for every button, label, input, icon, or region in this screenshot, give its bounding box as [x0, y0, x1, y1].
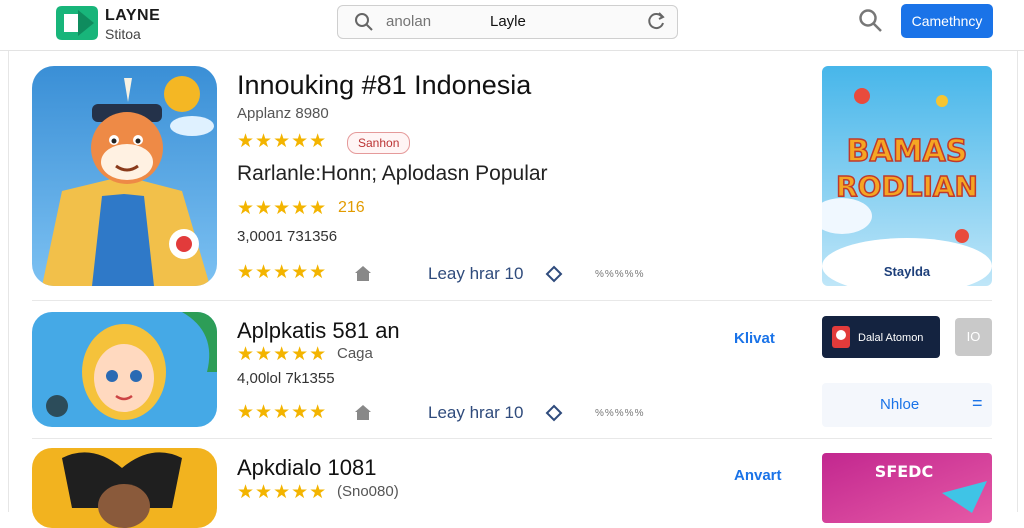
brand-name: LAYNE [105, 7, 161, 24]
app-title[interactable]: Aplpkatis 581 an [237, 318, 400, 344]
star-rating: ★★★★★ [237, 344, 328, 365]
brand-subtitle: Stitoa [105, 26, 141, 42]
mini-rating: %%%%% [595, 408, 645, 419]
details-link[interactable]: Leay hrar 10 [428, 264, 523, 284]
details-link[interactable]: Leay hrar 10 [428, 403, 523, 423]
featured-app-title[interactable]: Innouking #81 Indonesia [237, 70, 531, 101]
promo-headline: BAMAS [847, 134, 968, 169]
install-button[interactable]: Anvart [734, 467, 782, 484]
search-bar[interactable]: Layle [337, 5, 678, 39]
app-category: (Sno080) [337, 483, 399, 500]
home-icon[interactable] [353, 403, 373, 421]
secondary-action-button[interactable]: Nhloe = [822, 383, 992, 427]
search-icon[interactable] [858, 8, 884, 34]
download-count: 3,0001 731356 [237, 228, 338, 245]
promo-label: SFEDC [875, 462, 933, 481]
badge-icon [832, 326, 850, 348]
star-rating: ★★★★★ [237, 262, 328, 283]
refresh-icon[interactable] [647, 11, 667, 31]
promo-banner[interactable]: SFEDC [822, 453, 992, 523]
top-bar: LAYNE Stitoa Layle Camethncy [0, 0, 1024, 51]
promo-caption: Staylda [884, 264, 931, 279]
search-icon [355, 13, 373, 31]
star-rating: ★★★★★ [237, 131, 328, 152]
download-count: 4,00lol 7k1355 [237, 370, 335, 387]
star-rating: ★★★★★ [237, 402, 328, 423]
app-image[interactable] [32, 312, 217, 427]
search-query: Layle [490, 13, 526, 30]
secondary-action-label: Nhloe [880, 396, 920, 413]
app-badge[interactable]: Dalal Atomon [822, 316, 940, 358]
mini-rating: %%%%% [595, 269, 645, 280]
menu-icon: = [972, 393, 983, 413]
featured-promo-banner[interactable]: BAMAS RODLIAN Staylda [822, 66, 992, 286]
rating-count: 216 [338, 199, 365, 216]
diamond-icon[interactable] [545, 265, 563, 283]
category-button[interactable]: Camethncy [901, 4, 993, 38]
app-logo[interactable] [52, 4, 100, 42]
app-title[interactable]: Apkdialo 1081 [237, 455, 376, 481]
search-input[interactable] [384, 12, 488, 31]
promo-headline-2: RODLIAN [836, 170, 978, 203]
app-image[interactable] [32, 448, 217, 528]
install-button[interactable]: Klivat [734, 330, 775, 347]
app-category: Caga [337, 345, 373, 362]
tag-pill[interactable]: Sanhon [347, 132, 411, 154]
featured-publisher: Applanz 8980 [237, 105, 329, 122]
star-rating: ★★★★★ [237, 198, 328, 219]
divider [32, 300, 992, 301]
home-icon[interactable] [353, 264, 373, 282]
badge-label: Dalal Atomon [858, 332, 924, 344]
featured-category: Rarlanle:Honn; Aplodasn Popular [237, 162, 548, 185]
diamond-icon[interactable] [545, 404, 563, 422]
more-button[interactable]: IO [955, 318, 992, 356]
featured-app-image[interactable] [32, 66, 217, 286]
star-rating: ★★★★★ [237, 482, 328, 503]
divider [32, 438, 992, 439]
